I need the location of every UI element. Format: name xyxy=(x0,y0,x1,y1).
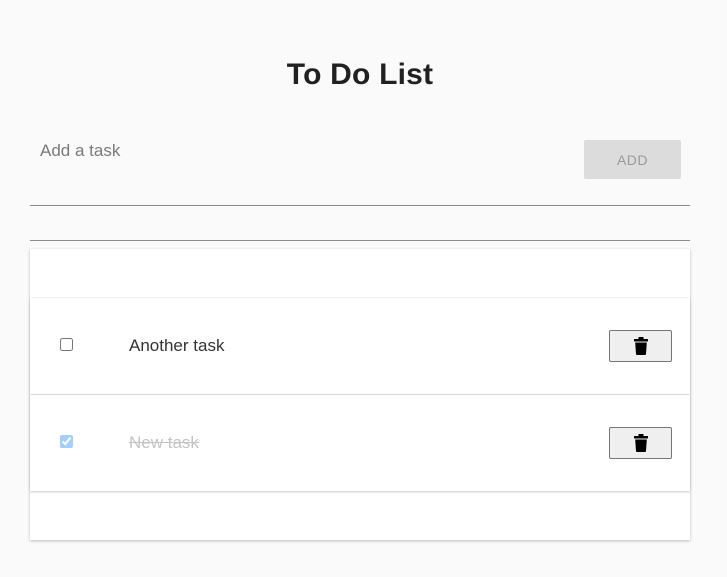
task-row: New task xyxy=(30,395,690,491)
add-button[interactable]: ADD xyxy=(584,140,681,179)
task-list: Another task New task xyxy=(30,249,690,540)
page-title: To Do List xyxy=(286,58,434,91)
delete-task-button[interactable] xyxy=(609,427,672,459)
task-label: Another task xyxy=(129,336,225,355)
task-input[interactable] xyxy=(40,138,560,164)
divider xyxy=(30,240,690,241)
task-checkbox[interactable] xyxy=(60,435,73,448)
task-label: New task xyxy=(129,433,199,452)
trash-icon xyxy=(633,434,648,452)
list-header-spacer xyxy=(30,249,690,298)
add-task-form: ADD xyxy=(30,130,690,206)
todo-app: To Do List ADD Another task New tas xyxy=(0,0,727,577)
task-row: Another task xyxy=(30,298,690,394)
trash-icon xyxy=(633,337,648,355)
task-checkbox[interactable] xyxy=(60,338,73,351)
delete-task-button[interactable] xyxy=(609,330,672,362)
